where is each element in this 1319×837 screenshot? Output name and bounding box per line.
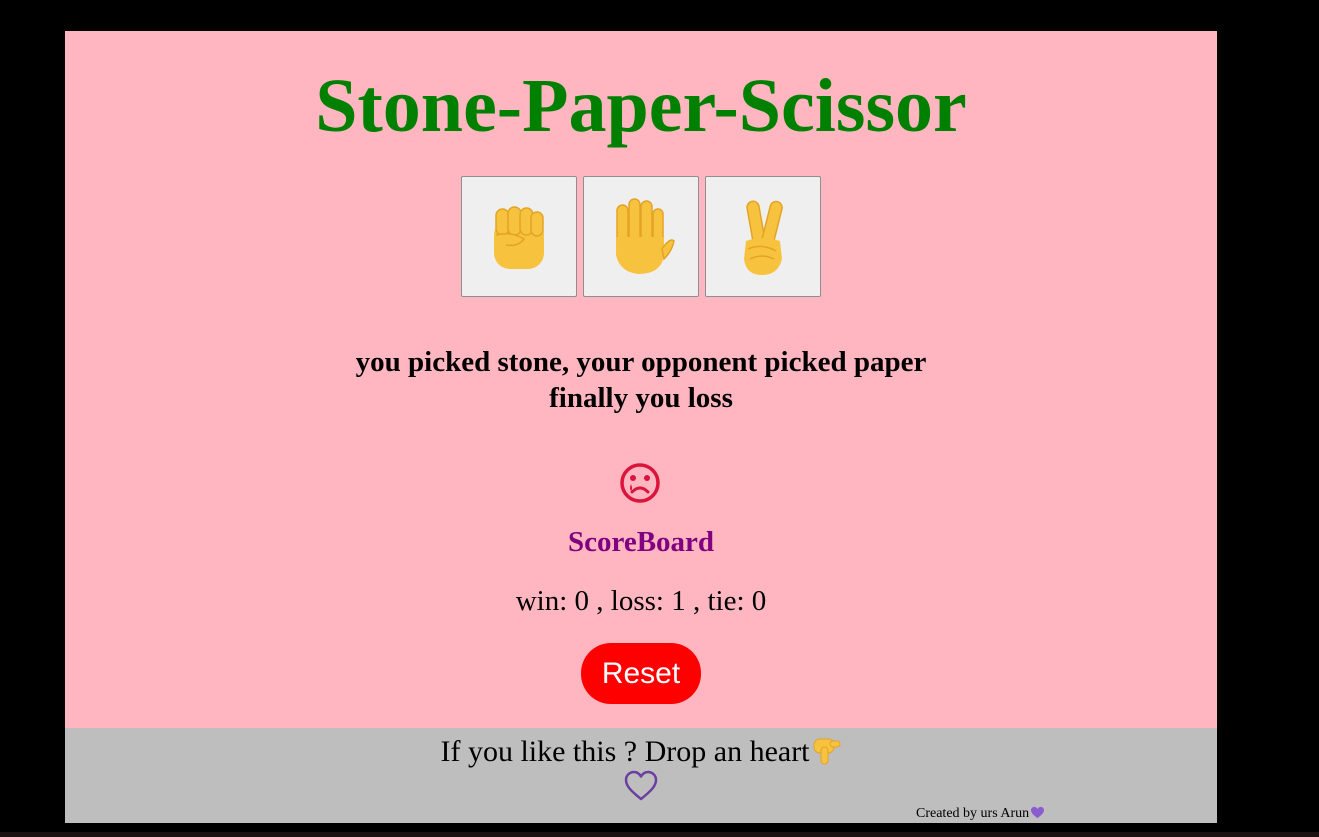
- choice-buttons: [65, 176, 1217, 297]
- reset-button[interactable]: Reset: [581, 643, 701, 704]
- purple-heart-icon: [1031, 806, 1045, 819]
- footer-text: If you like this ? Drop an heart: [440, 735, 810, 768]
- raised-hand-icon: [616, 197, 675, 274]
- heart-outline-icon[interactable]: [624, 770, 658, 802]
- result-line-1: you picked stone, your opponent picked p…: [355, 346, 927, 378]
- raised-fist-icon: [494, 205, 544, 269]
- score-text: win: 0 , loss: 1 , tie: 0: [515, 585, 767, 617]
- footer-message: If you like this ? Drop an heart: [65, 732, 1217, 772]
- game-container: Stone-Paper-Scissor you picked stone, yo…: [65, 31, 1217, 823]
- page-title: Stone-Paper-Scissor: [315, 64, 967, 148]
- paper-button[interactable]: [583, 176, 699, 297]
- scoreboard-title: ScoreBoard: [567, 526, 715, 558]
- sad-face-icon: [620, 463, 660, 503]
- victory-hand-icon: [744, 200, 783, 275]
- stone-button[interactable]: [461, 176, 577, 297]
- credit-label: Created by urs Arun: [916, 806, 1030, 821]
- footer: If you like this ? Drop an heart Created…: [65, 728, 1217, 823]
- result-message: you picked stone, your opponent picked p…: [65, 344, 1217, 416]
- bottom-edge: [0, 832, 1319, 837]
- scissor-button[interactable]: [705, 176, 821, 297]
- credit-text: Created by urs Arun: [916, 806, 1045, 822]
- pointing-down-hand-icon: [813, 738, 841, 765]
- result-line-2: finally you loss: [549, 382, 733, 414]
